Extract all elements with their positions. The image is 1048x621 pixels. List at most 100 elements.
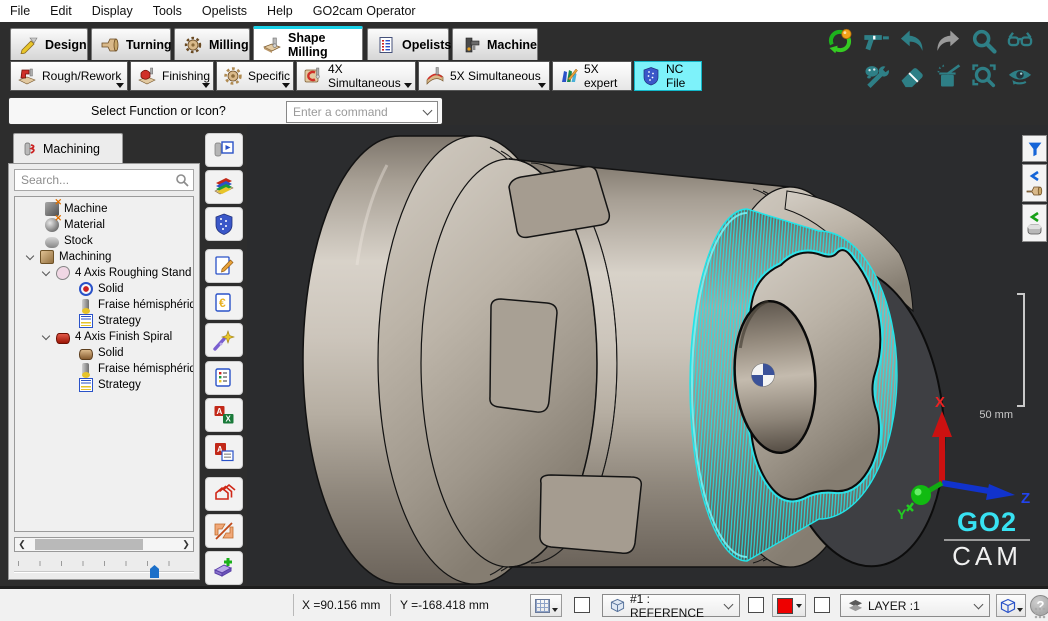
view-cube-button[interactable] [996,594,1026,617]
5x-simultaneous-button[interactable]: 5X Simultaneous [418,61,550,91]
show-part-button[interactable] [1022,164,1047,202]
filter-button[interactable] [1022,135,1047,162]
tab-shape-milling[interactable]: Shape Milling [253,26,363,60]
finish-op-icon [56,333,70,344]
visibility-icon[interactable] [1006,62,1034,90]
reference-visibility-checkbox[interactable] [574,597,590,613]
slider-track[interactable] [14,571,194,573]
tree-item-machining[interactable]: Machining [15,249,193,265]
ribbon-bar: Rough/Rework Finishing Specific [0,60,1048,93]
tree-item-strategy[interactable]: Strategy [15,377,193,393]
expander-icon[interactable] [42,332,50,340]
reference-combobox[interactable]: #1 : REFERENCE [602,594,740,617]
ribbon-button-label: 5X expert [584,62,625,90]
toggle-geometry-icon [212,519,236,543]
nc-file-button[interactable]: NC File [634,61,702,91]
cube-icon [610,598,625,613]
tree-item-tool[interactable]: Fraise hémisphériq [15,297,193,313]
undo-icon[interactable] [898,27,926,55]
3d-viewport[interactable]: 50 mm X Z Y GO2 CAM [247,125,1048,585]
tab-opelists[interactable]: Opelists [367,28,449,60]
finishing-button[interactable]: Finishing [130,61,214,91]
tree-item-roughing-op[interactable]: 4 Axis Roughing Stand [15,265,193,281]
tree-item-material[interactable]: Material [15,217,193,233]
expander-icon[interactable] [42,268,50,276]
transparency-slider[interactable] [14,561,194,579]
machining-panel-tab[interactable]: Machining [13,133,123,163]
rough-rework-button[interactable]: Rough/Rework [10,61,128,91]
dropdown-arrow-icon [116,83,124,88]
tools-icon[interactable] [862,62,890,90]
toggle-geometry-button[interactable] [205,514,243,548]
tree-item-stock[interactable]: Stock [15,233,193,249]
grid-icon [535,599,550,613]
tree-item-finish-op[interactable]: 4 Axis Finish Spiral [15,329,193,345]
search-input[interactable] [14,169,194,191]
tab-label: Machine [487,38,537,52]
caliper-icon[interactable] [862,27,890,55]
solid-icon [79,282,93,296]
command-combobox[interactable]: Enter a command [286,101,438,123]
menu-display[interactable]: Display [82,4,143,18]
grid-button[interactable] [530,594,562,617]
pdf-export-button[interactable]: A [205,435,243,469]
rendering-button[interactable] [205,170,243,204]
add-solid-button[interactable] [205,551,243,585]
4x-simultaneous-button[interactable]: 4X Simultaneous [296,61,416,91]
expander-icon[interactable] [26,252,34,260]
separator [390,594,391,616]
tab-machine[interactable]: Machine [452,28,538,60]
menu-go2cam-operator[interactable]: GO2cam Operator [303,4,426,18]
layer-visibility-checkbox[interactable] [814,597,830,613]
layer-combobox[interactable]: LAYER :1 [840,594,990,617]
menu-help[interactable]: Help [257,4,303,18]
sync-icon[interactable] [826,27,854,55]
tree-horizontal-scrollbar[interactable]: ❮ ❯ [14,537,194,552]
chevron-down-icon [423,106,433,116]
tree-item-tool[interactable]: Fraise hémisphériq [15,361,193,377]
zoom-fit-icon[interactable] [970,62,998,90]
magic-tool-button[interactable] [205,323,243,357]
go2cam-logo: GO2 CAM [944,507,1030,571]
cost-document-button[interactable]: € [205,286,243,320]
scroll-right-icon[interactable]: ❯ [179,538,193,551]
slider-thumb[interactable] [150,565,159,578]
scrollbar-thumb[interactable] [35,539,143,550]
glasses-icon[interactable] [1006,27,1034,55]
menu-opelists[interactable]: Opelists [192,4,257,18]
go2cam-window: File Edit Display Tools Opelists Help GO… [0,0,1048,621]
svg-text:A: A [217,407,223,416]
pdf-excel-export-button[interactable]: A X [205,398,243,432]
eraser-icon[interactable] [898,62,926,90]
report-document-icon [212,366,236,390]
tree-item-machine[interactable]: Machine [15,201,193,217]
report-document-button[interactable] [205,361,243,395]
simulation-button[interactable] [205,133,243,167]
scroll-left-icon[interactable]: ❮ [15,538,29,551]
workshop-button[interactable] [205,477,243,511]
tree-item-solid[interactable]: Solid [15,345,193,361]
color-picker-button[interactable] [772,594,806,617]
4x-simultaneous-icon [303,66,323,86]
edit-document-button[interactable] [205,249,243,283]
color-apply-checkbox[interactable] [748,597,764,613]
magic-bin-icon[interactable] [934,62,962,90]
menu-tools[interactable]: Tools [143,4,192,18]
zoom-icon[interactable] [970,27,998,55]
tab-turning[interactable]: Turning [91,28,171,60]
show-stock-button[interactable] [1022,204,1047,242]
resize-grip[interactable] [1034,607,1046,619]
tree-item-solid[interactable]: Solid [15,281,193,297]
tab-design[interactable]: Design [10,28,88,60]
5x-expert-button[interactable]: 5X expert [552,61,632,91]
menu-edit[interactable]: Edit [40,4,82,18]
specific-button[interactable]: Specific [216,61,294,91]
tab-milling[interactable]: Milling [174,28,250,60]
menu-file[interactable]: File [0,4,40,18]
nc-file-icon [641,66,661,86]
nc-shield-button[interactable] [205,207,243,241]
dropdown-arrow-icon [538,83,546,88]
redo-icon[interactable] [934,27,962,55]
cost-document-icon: € [212,291,236,315]
tree-item-strategy[interactable]: Strategy [15,313,193,329]
